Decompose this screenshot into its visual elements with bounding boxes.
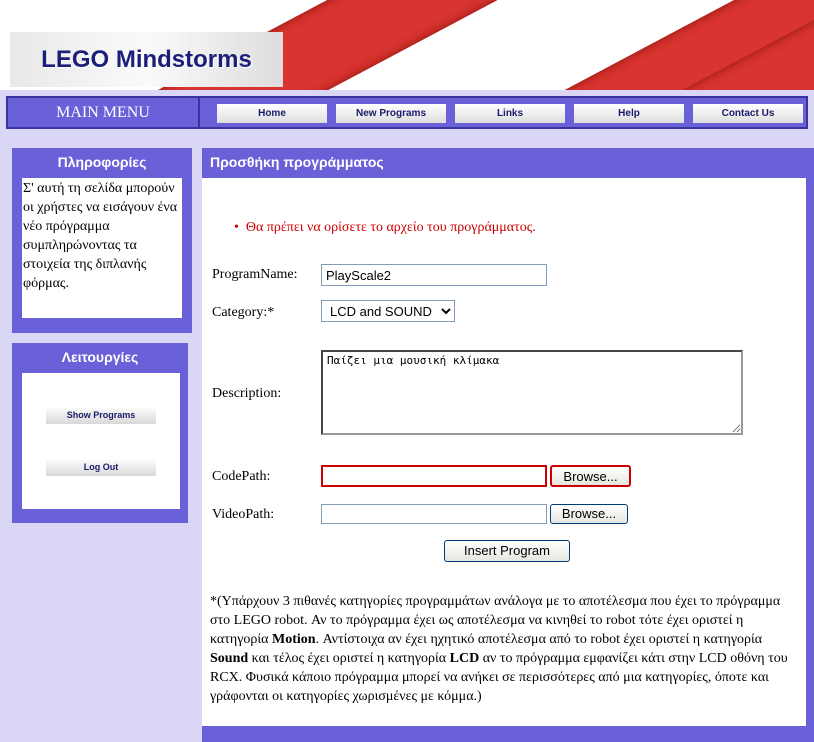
nav-links[interactable]: Links bbox=[455, 104, 565, 123]
nav-home[interactable]: Home bbox=[217, 104, 327, 123]
codepath-browse-button[interactable]: Browse... bbox=[550, 465, 631, 487]
nav-help[interactable]: Help bbox=[574, 104, 684, 123]
functions-body: Show Programs Log Out bbox=[22, 373, 180, 509]
codepath-label: CodePath: bbox=[212, 469, 271, 484]
note-text: . Αντίστοιχα αν έχει ηχητικό αποτέλεσμα … bbox=[315, 632, 763, 647]
note-lcd: LCD bbox=[449, 651, 480, 666]
videopath-browse-button[interactable]: Browse... bbox=[550, 504, 628, 524]
main-menu-bar: MAIN MENU Home New Programs Links Help C… bbox=[6, 96, 808, 129]
functions-panel: Λειτουργίες Show Programs Log Out bbox=[12, 343, 188, 523]
videopath-input[interactable] bbox=[321, 504, 547, 524]
info-panel: Πληροφορίες Σ' αυτή τη σελίδα μπορούν οι… bbox=[12, 148, 192, 333]
description-textarea[interactable]: Παίζει μια μουσική κλίμακα bbox=[321, 350, 743, 435]
add-program-panel: Προσθήκη προγράμματος • Θα πρέπει να ορί… bbox=[202, 148, 814, 742]
show-programs-button[interactable]: Show Programs bbox=[46, 406, 156, 424]
nav-contact-us[interactable]: Contact Us bbox=[693, 104, 803, 123]
category-select[interactable]: LCD and SOUND bbox=[321, 300, 455, 322]
bullet-icon: • bbox=[234, 220, 246, 235]
note-text: και τέλος έχει οριστεί η κατηγορία bbox=[248, 651, 450, 666]
error-text: Θα πρέπει να ορίσετε το αρχείο του προγρ… bbox=[245, 220, 536, 235]
functions-title: Λειτουργίες bbox=[61, 349, 139, 365]
category-note: *(Υπάρχουν 3 πιθανές κατηγορίες προγραμμ… bbox=[210, 592, 802, 706]
log-out-button[interactable]: Log Out bbox=[46, 458, 156, 476]
insert-program-button[interactable]: Insert Program bbox=[444, 540, 570, 562]
lego-mindstorms-logo: LEGO Mindstorms bbox=[10, 32, 283, 87]
form-body: • Θα πρέπει να ορίσετε το αρχείο του προ… bbox=[202, 178, 806, 726]
info-title: Πληροφορίες bbox=[57, 154, 147, 170]
codepath-input[interactable] bbox=[321, 465, 547, 487]
videopath-label: VideoPath: bbox=[212, 507, 275, 522]
info-text: Σ' αυτή τη σελίδα μπορούν οι χρήστες να … bbox=[22, 178, 182, 318]
form-title: Προσθήκη προγράμματος bbox=[210, 154, 384, 170]
note-sound: Sound bbox=[210, 651, 249, 666]
description-label: Description: bbox=[212, 386, 282, 401]
category-label: Category:* bbox=[212, 305, 275, 320]
program-name-label: ProgramName: bbox=[212, 267, 298, 282]
error-message: • Θα πρέπει να ορίσετε το αρχείο του προ… bbox=[234, 220, 536, 236]
main-menu-title: MAIN MENU bbox=[8, 98, 200, 127]
note-motion: Motion bbox=[272, 632, 316, 647]
program-name-input[interactable] bbox=[321, 264, 547, 286]
header-banner: LEGO Mindstorms bbox=[0, 0, 814, 90]
nav-new-programs[interactable]: New Programs bbox=[336, 104, 446, 123]
